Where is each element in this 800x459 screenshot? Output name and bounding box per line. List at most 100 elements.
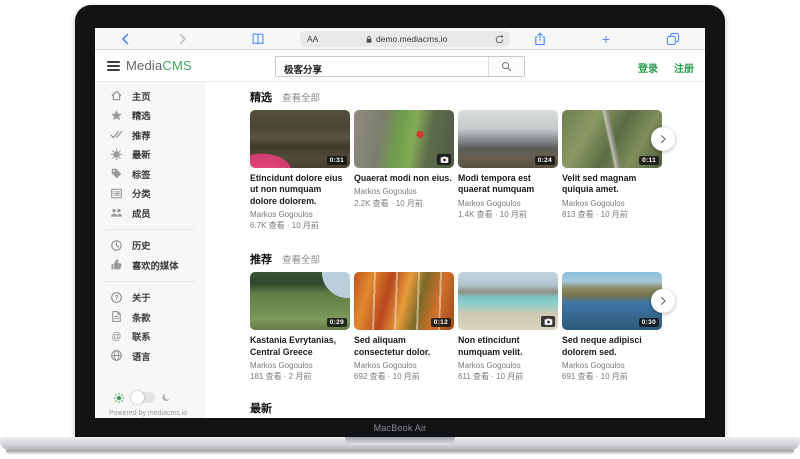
site-logo[interactable]: MediaCMS [126, 58, 192, 73]
duration-badge: 0:30 [639, 318, 659, 327]
media-meta: 6.7K 查看 · 10 月前 [250, 220, 350, 231]
sidebar-divider [105, 281, 195, 282]
media-card[interactable]: 0:31 Etincidunt dolore eius ut non numqu… [250, 110, 350, 231]
macbook-label: MacBook Air [75, 423, 725, 433]
view-all-link[interactable]: 查看全部 [282, 252, 320, 266]
sidebar-item-history[interactable]: 历史 [95, 236, 205, 256]
reload-icon[interactable] [494, 34, 510, 45]
sidebar-item-members[interactable]: 成员 [95, 203, 205, 223]
svg-text:?: ? [114, 295, 118, 302]
view-all-link[interactable]: 查看全部 [282, 90, 320, 104]
video-thumbnail[interactable]: 0:30 [562, 272, 662, 330]
video-thumbnail[interactable]: 0:31 [250, 110, 350, 168]
new-tab-icon[interactable]: + [599, 32, 613, 46]
macbook-base [0, 437, 800, 450]
sidebar-item-latest[interactable]: 最新 [95, 145, 205, 165]
sidebar-item-terms[interactable]: 条款 [95, 307, 205, 327]
media-meta: 611 查看 · 10 月前 [458, 371, 558, 382]
media-author[interactable]: Markos Gogoulos [458, 199, 558, 208]
section-recommended: 推荐 查看全部 0:29 Kastania Evrytanias, Centra… [250, 251, 705, 385]
url-bar[interactable]: AA demo.mediacms.io [300, 31, 510, 47]
media-author[interactable]: Markos Gogoulos [354, 361, 454, 370]
section-title: 推荐 [250, 251, 272, 267]
share-icon[interactable] [533, 32, 547, 46]
media-card[interactable]: 0:12 Sed aliquam consectetur dolor. Mark… [354, 272, 454, 385]
media-author[interactable]: Markos Gogoulos [562, 361, 662, 370]
sidebar-item-language[interactable]: 语言 [95, 346, 205, 366]
section-featured: 精选 查看全部 0:31 Etincidunt dolore eius ut n… [250, 89, 705, 231]
media-author[interactable]: Markos Gogoulos [562, 199, 662, 208]
url-host: demo.mediacms.io [318, 34, 494, 44]
media-title[interactable]: Kastania Evrytanias, Central Greece [250, 335, 350, 358]
sidebar-item-featured[interactable]: 精选 [95, 106, 205, 126]
sidebar-item-home[interactable]: 主页 [95, 86, 205, 106]
media-row: 0:29 Kastania Evrytanias, Central Greece… [250, 272, 662, 385]
media-title[interactable]: Non etincidunt numquam velit. [458, 335, 558, 358]
duration-badge: 0:12 [431, 318, 451, 327]
media-title[interactable]: Etincidunt dolore eius ut non numquam do… [250, 173, 350, 207]
video-thumbnail[interactable]: 0:29 [250, 272, 350, 330]
register-button[interactable]: 注册 [674, 60, 694, 75]
section-latest: 最新 [250, 400, 705, 418]
media-card[interactable]: 0:11 Velit sed magnam quiquia amet. Mark… [562, 110, 662, 231]
menu-icon[interactable] [107, 61, 120, 74]
powered-by-text: Powered by mediacms.io [109, 410, 187, 417]
tabs-icon[interactable] [666, 32, 680, 46]
category-list-icon [110, 187, 123, 200]
sidebar-item-recommended[interactable]: 推荐 [95, 125, 205, 145]
media-author[interactable]: Markos Gogoulos [250, 361, 350, 370]
sidebar-item-liked-media[interactable]: 喜欢的媒体 [95, 255, 205, 275]
camera-icon [541, 316, 555, 327]
media-title[interactable]: Quaerat modi non eius. [354, 173, 454, 184]
theme-toggle[interactable] [131, 392, 155, 403]
sidebar-divider [105, 229, 195, 230]
carousel-next-button[interactable] [651, 127, 675, 151]
sidebar-item-categories[interactable]: 分类 [95, 184, 205, 204]
media-card[interactable]: 0:29 Kastania Evrytanias, Central Greece… [250, 272, 350, 385]
chevron-right-icon [658, 296, 668, 306]
sidebar: 主页 精选 推荐 最新 [95, 82, 205, 418]
media-author[interactable]: Markos Gogoulos [250, 210, 350, 219]
duration-badge: 0:11 [639, 156, 659, 165]
bookmarks-icon[interactable] [251, 32, 265, 46]
image-thumbnail[interactable] [354, 110, 454, 168]
carousel-next-button[interactable] [651, 289, 675, 313]
macbook-base-shadow [6, 450, 794, 455]
reader-button[interactable]: AA [300, 34, 318, 44]
home-icon [110, 89, 123, 102]
media-meta: 2.2K 查看 · 10 月前 [354, 198, 454, 209]
back-icon[interactable] [119, 32, 133, 46]
thumb-up-icon [110, 258, 123, 271]
light-mode-sun-icon[interactable] [113, 392, 125, 404]
media-meta: 691 查看 · 10 月前 [562, 371, 662, 382]
search-box[interactable]: 极客分享 [275, 56, 525, 77]
media-title[interactable]: Sed neque adipisci dolorem sed. [562, 335, 662, 358]
macbook-notch [345, 437, 455, 445]
macbook-mockup: AA demo.mediacms.io + MediaCMS [0, 0, 800, 459]
media-card[interactable]: 0:30 Sed neque adipisci dolorem sed. Mar… [562, 272, 662, 385]
video-thumbnail[interactable]: 0:24 [458, 110, 558, 168]
media-title[interactable]: Velit sed magnam quiquia amet. [562, 173, 662, 196]
media-card[interactable]: Non etincidunt numquam velit. Markos Gog… [458, 272, 558, 385]
media-author[interactable]: Markos Gogoulos [354, 187, 454, 196]
search-button[interactable] [488, 57, 524, 76]
media-meta: 692 查看 · 10 月前 [354, 371, 454, 382]
dark-mode-moon-icon[interactable] [161, 392, 172, 403]
sidebar-item-contact[interactable]: @ 联系 [95, 327, 205, 347]
sidebar-item-tags[interactable]: 标签 [95, 164, 205, 184]
theme-toggle-knob[interactable] [131, 391, 144, 404]
video-thumbnail[interactable]: 0:12 [354, 272, 454, 330]
forward-icon[interactable] [175, 32, 189, 46]
media-card[interactable]: Quaerat modi non eius. Markos Gogoulos 2… [354, 110, 454, 231]
sidebar-item-about[interactable]: ? 关于 [95, 288, 205, 308]
safari-toolbar: AA demo.mediacms.io + [95, 28, 705, 50]
video-thumbnail[interactable]: 0:11 [562, 110, 662, 168]
search-input[interactable]: 极客分享 [276, 57, 488, 76]
media-title[interactable]: Sed aliquam consectetur dolor. [354, 335, 454, 358]
media-author[interactable]: Markos Gogoulos [458, 361, 558, 370]
media-title[interactable]: Modi tempora est quaerat numquam [458, 173, 558, 196]
image-thumbnail[interactable] [458, 272, 558, 330]
media-card[interactable]: 0:24 Modi tempora est quaerat numquam Ma… [458, 110, 558, 231]
search-icon [501, 61, 512, 72]
login-button[interactable]: 登录 [638, 60, 658, 75]
